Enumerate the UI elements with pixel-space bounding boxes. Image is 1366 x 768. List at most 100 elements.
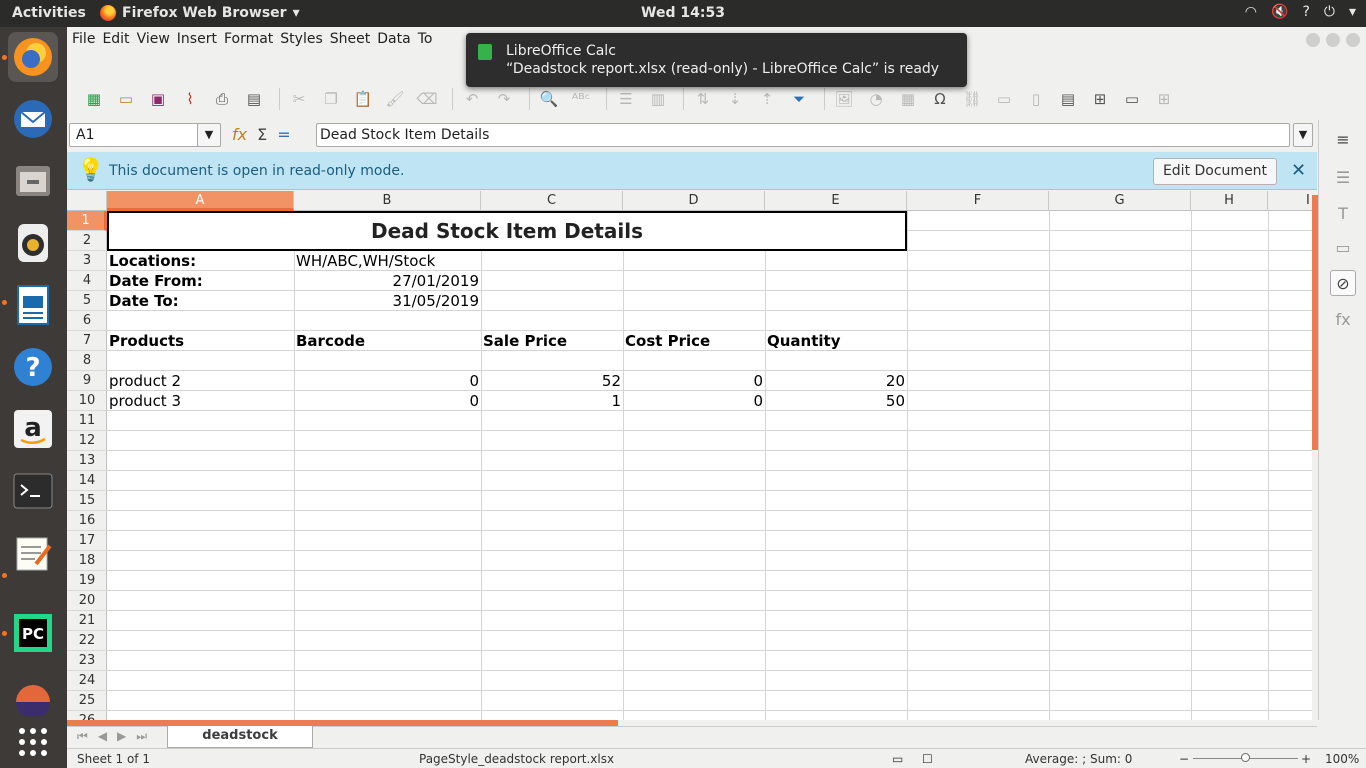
- cell-d9[interactable]: 0: [623, 371, 765, 391]
- undo-icon[interactable]: ↶: [459, 87, 485, 111]
- row-header-14[interactable]: 14: [67, 471, 107, 491]
- dock-writer[interactable]: [8, 280, 58, 330]
- row-header-11[interactable]: 11: [67, 411, 107, 431]
- cell-b10[interactable]: 0: [294, 391, 481, 411]
- cell-e10[interactable]: 50: [765, 391, 907, 411]
- print-preview-icon[interactable]: ▤: [241, 87, 267, 111]
- navigator-icon[interactable]: ⊘: [1330, 270, 1356, 296]
- menu-file[interactable]: File: [72, 27, 102, 54]
- system-tray[interactable]: ◠ 🔇 ? ⏻ ▾: [1245, 4, 1356, 20]
- menu-styles[interactable]: Styles: [280, 27, 329, 54]
- row-header-13[interactable]: 13: [67, 451, 107, 471]
- dock-pycharm[interactable]: PC: [8, 608, 58, 658]
- column-header-a[interactable]: A: [107, 191, 294, 211]
- column-header-e[interactable]: E: [765, 191, 907, 211]
- sheet-tab[interactable]: deadstock report.xlsx: [167, 726, 313, 763]
- row-header-24[interactable]: 24: [67, 671, 107, 691]
- page-style[interactable]: PageStyle_deadstock report.xlsx: [419, 752, 614, 766]
- row-icon[interactable]: ☰: [613, 87, 639, 111]
- menu-tools[interactable]: To: [418, 27, 440, 54]
- row-header-4[interactable]: 4: [67, 271, 107, 291]
- column-icon[interactable]: ▥: [645, 87, 671, 111]
- row-header-3[interactable]: 3: [67, 251, 107, 271]
- cell-b5[interactable]: 31/05/2019: [294, 291, 481, 311]
- export-pdf-icon[interactable]: ⌇: [177, 87, 203, 111]
- cell-a7[interactable]: Products: [107, 331, 294, 351]
- header-footer-icon[interactable]: ▯: [1023, 87, 1049, 111]
- row-header-17[interactable]: 17: [67, 531, 107, 551]
- copy-icon[interactable]: ❐: [318, 87, 344, 111]
- row-header-16[interactable]: 16: [67, 511, 107, 531]
- zoom-level[interactable]: 100%: [1325, 752, 1359, 766]
- edit-document-button[interactable]: Edit Document: [1153, 158, 1277, 185]
- dock-item[interactable]: [8, 670, 58, 720]
- sidebar-menu-icon[interactable]: ≡: [1330, 126, 1356, 152]
- row-header-1[interactable]: 1: [67, 211, 107, 231]
- dock-thunderbird[interactable]: [8, 94, 58, 144]
- column-header-h[interactable]: H: [1191, 191, 1268, 211]
- column-header-d[interactable]: D: [623, 191, 765, 211]
- cell-area[interactable]: Dead Stock Item Details Locations: WH/AB…: [107, 211, 1312, 720]
- row-header-25[interactable]: 25: [67, 691, 107, 711]
- sort-descending-icon[interactable]: ⇡: [754, 87, 780, 111]
- zoom-in-icon[interactable]: +: [1301, 752, 1311, 766]
- cell-b7[interactable]: Barcode: [294, 331, 481, 351]
- menu-edit[interactable]: Edit: [102, 27, 136, 54]
- show-draw-functions-icon[interactable]: ⊞: [1151, 87, 1177, 111]
- row-header-21[interactable]: 21: [67, 611, 107, 631]
- notification-banner[interactable]: LibreOffice Calc “Deadstock report.xlsx …: [466, 33, 967, 87]
- chevron-down-icon[interactable]: ▼: [197, 123, 221, 147]
- redo-icon[interactable]: ↷: [491, 87, 517, 111]
- hyperlink-icon[interactable]: ⛓: [959, 87, 985, 111]
- activities-button[interactable]: Activities: [12, 5, 86, 21]
- sort-ascending-icon[interactable]: ⇣: [722, 87, 748, 111]
- pivot-table-icon[interactable]: ▦: [895, 87, 921, 111]
- row-header-26[interactable]: 26: [67, 711, 107, 720]
- menu-format[interactable]: Format: [224, 27, 280, 54]
- cell-a3[interactable]: Locations:: [107, 251, 294, 271]
- spelling-icon[interactable]: ᴬᴮᶜ: [568, 87, 594, 111]
- cell-a9[interactable]: product 2: [107, 371, 294, 391]
- sort-icon[interactable]: ⇅: [690, 87, 716, 111]
- functions-icon[interactable]: fx: [1330, 306, 1356, 332]
- selection-mode-icon[interactable]: ▭: [892, 752, 903, 766]
- row-header-22[interactable]: 22: [67, 631, 107, 651]
- split-window-icon[interactable]: ▭: [1119, 87, 1145, 111]
- spreadsheet-grid[interactable]: A B C D E F G H I 1 2 3 4 5 6 7 8 9 10 11 12 13 14 15 1…: [67, 191, 1312, 720]
- freeze-rows-columns-icon[interactable]: ⊞: [1087, 87, 1113, 111]
- row-header-7[interactable]: 7: [67, 331, 107, 351]
- save-icon[interactable]: ▣: [145, 87, 171, 111]
- maximize-button[interactable]: [1326, 33, 1340, 47]
- define-print-area-icon[interactable]: ▤: [1055, 87, 1081, 111]
- open-icon[interactable]: ▭: [113, 87, 139, 111]
- properties-icon[interactable]: ☰: [1330, 164, 1356, 190]
- column-header-f[interactable]: F: [907, 191, 1049, 211]
- image-icon[interactable]: 🖼: [831, 87, 857, 111]
- column-header-i[interactable]: I: [1268, 191, 1312, 211]
- cell-b9[interactable]: 0: [294, 371, 481, 391]
- dock-files[interactable]: [8, 156, 58, 206]
- expand-formula-bar-icon[interactable]: ▼: [1293, 123, 1313, 147]
- close-button[interactable]: [1346, 33, 1360, 47]
- comment-icon[interactable]: ▭: [991, 87, 1017, 111]
- dock-text-editor[interactable]: [8, 528, 58, 578]
- previous-sheet-icon[interactable]: ◀: [98, 729, 107, 744]
- title-cell-a1[interactable]: Dead Stock Item Details: [107, 211, 907, 251]
- cell-c9[interactable]: 52: [481, 371, 623, 391]
- menu-view[interactable]: View: [137, 27, 177, 54]
- dock-terminal[interactable]: [8, 466, 58, 516]
- row-header-19[interactable]: 19: [67, 571, 107, 591]
- dock-help[interactable]: ?: [8, 342, 58, 392]
- last-sheet-icon[interactable]: ⏭: [136, 729, 147, 744]
- autofilter-icon[interactable]: ⏷: [786, 87, 812, 111]
- row-header-8[interactable]: 8: [67, 351, 107, 371]
- dock-firefox[interactable]: [8, 32, 58, 82]
- cell-a10[interactable]: product 3: [107, 391, 294, 411]
- find-replace-icon[interactable]: 🔍: [536, 87, 562, 111]
- cell-e7[interactable]: Quantity: [765, 331, 907, 351]
- row-header-9[interactable]: 9: [67, 371, 107, 391]
- clear-formatting-icon[interactable]: ⌫: [414, 87, 440, 111]
- row-header-2[interactable]: 2: [67, 231, 107, 251]
- cell-c7[interactable]: Sale Price: [481, 331, 623, 351]
- cell-e9[interactable]: 20: [765, 371, 907, 391]
